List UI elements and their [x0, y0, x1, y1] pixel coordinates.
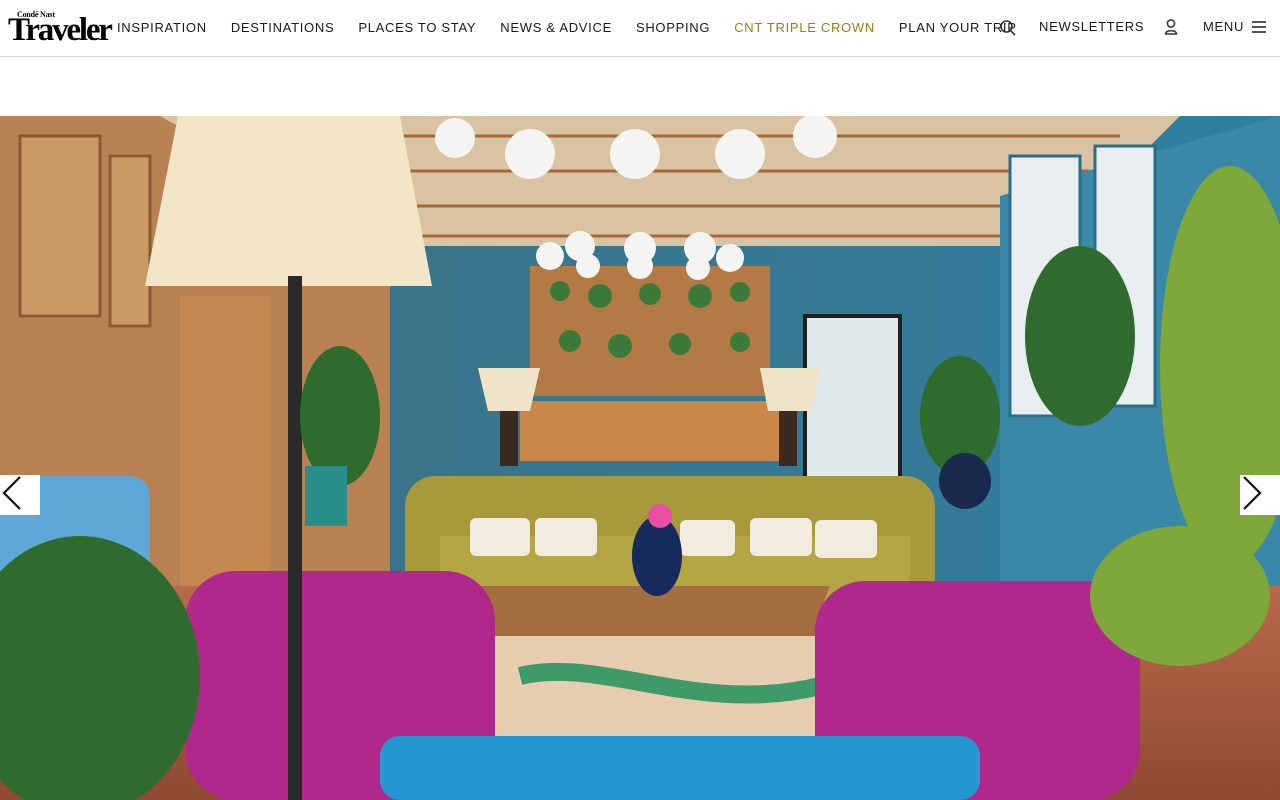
search-icon [1000, 20, 1016, 36]
hero-gallery-image [0, 116, 1280, 800]
site-logo[interactable]: Condé Nast Traveler [8, 11, 113, 47]
chevron-left-icon [2, 476, 21, 510]
nav-item-inspiration[interactable]: INSPIRATION [117, 20, 207, 36]
nav-item-destinations[interactable]: DESTINATIONS [231, 20, 335, 36]
menu-button[interactable]: MENU [1203, 19, 1267, 35]
main-nav: INSPIRATION DESTINATIONS PLACES TO STAY … [117, 0, 1041, 56]
newsletters-link[interactable]: NEWSLETTERS [1039, 19, 1144, 35]
chevron-right-icon [1243, 476, 1262, 510]
gallery-prev-button[interactable] [0, 475, 40, 515]
nav-item-news-advice[interactable]: NEWS & ADVICE [500, 20, 612, 36]
user-icon [1164, 19, 1178, 35]
search-button[interactable] [998, 18, 1018, 38]
account-button[interactable] [1162, 17, 1180, 37]
menu-label: MENU [1203, 19, 1245, 34]
logo-title-text: Traveler [8, 12, 113, 48]
hamburger-icon [1252, 21, 1267, 33]
gallery-next-button[interactable] [1240, 475, 1280, 515]
hotel-lobby-photo [0, 116, 1280, 800]
nav-item-shopping[interactable]: SHOPPING [636, 20, 710, 36]
nav-item-places-to-stay[interactable]: PLACES TO STAY [358, 20, 476, 36]
nav-item-cnt-triple-crown[interactable]: CNT TRIPLE CROWN [734, 20, 875, 36]
site-header: Condé Nast Traveler INSPIRATION DESTINAT… [0, 0, 1280, 57]
